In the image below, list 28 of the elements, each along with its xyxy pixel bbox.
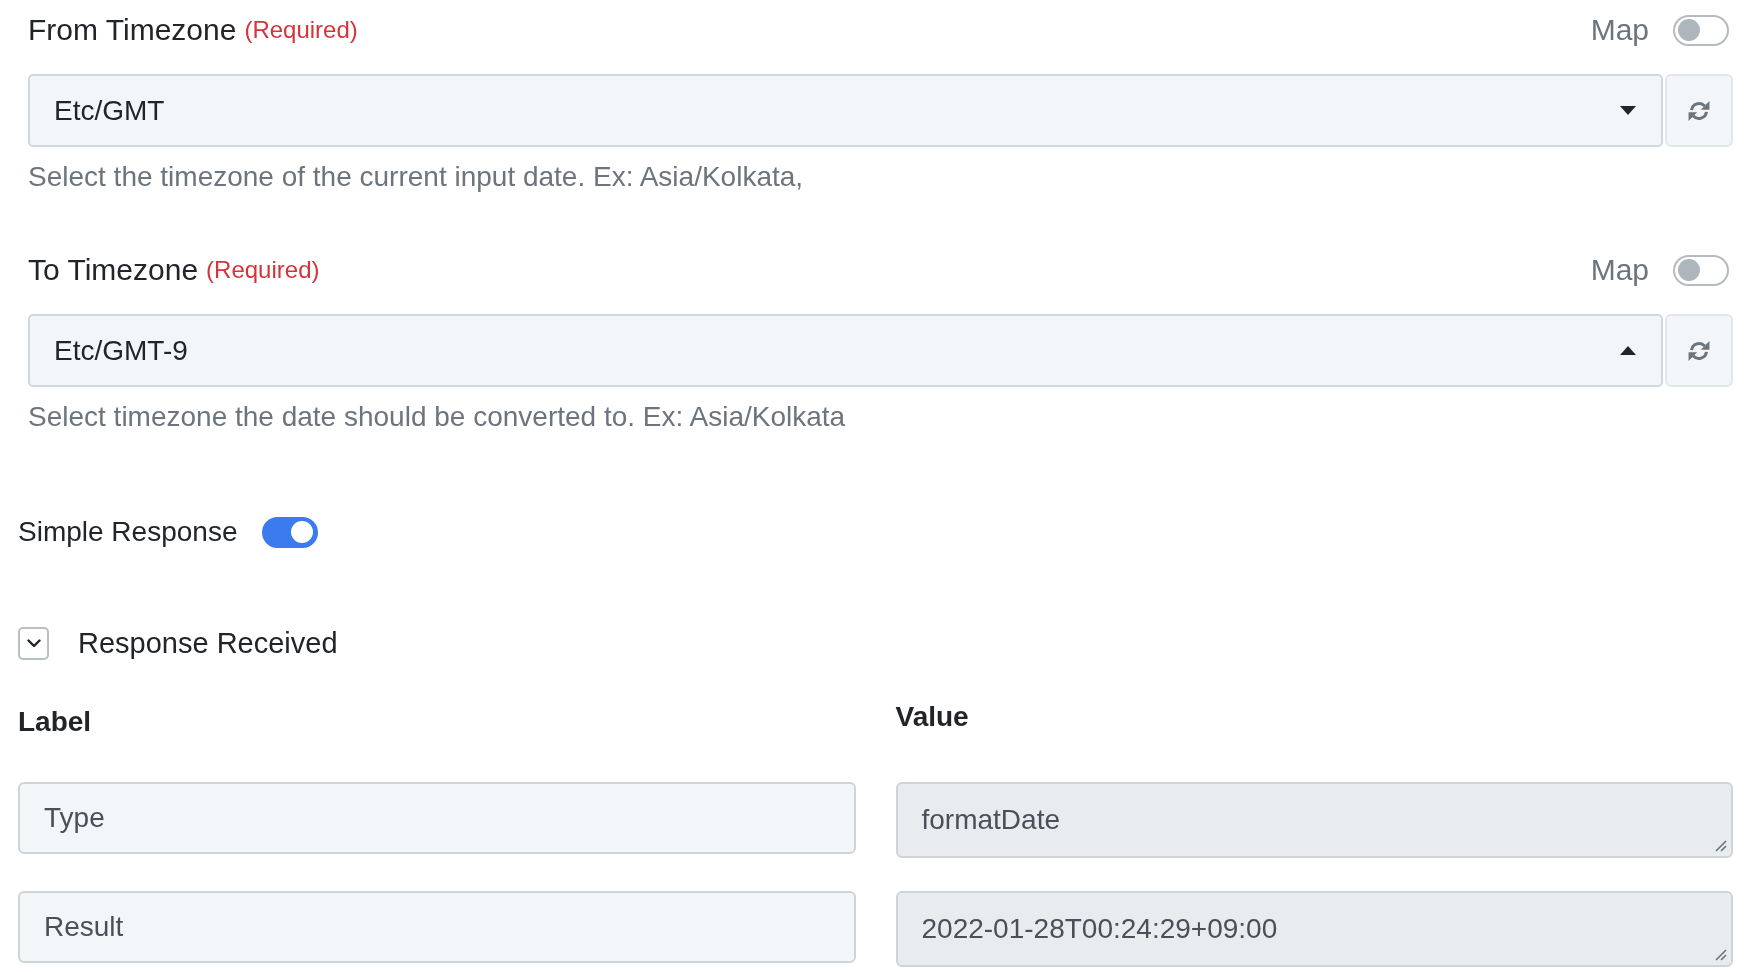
- resize-handle-icon[interactable]: [1715, 840, 1727, 852]
- timezone-dropdown[interactable]: Etc/GMT-9: [28, 314, 1663, 387]
- label-field[interactable]: Result: [18, 891, 856, 963]
- refresh-icon: [1688, 99, 1710, 122]
- map-toggle[interactable]: [1673, 14, 1729, 46]
- resize-handle-icon[interactable]: [1715, 949, 1727, 961]
- value-field[interactable]: formatDate: [895, 782, 1733, 858]
- simple-response-toggle[interactable]: [262, 516, 319, 548]
- field-label: From Timezone: [28, 13, 237, 47]
- help-text: Select the timezone of the current input date. Ex: Asia/Kolkata,: [28, 160, 805, 194]
- column-header: Value: [895, 700, 969, 734]
- refresh-button[interactable]: [1665, 74, 1733, 147]
- required-note: (Required): [206, 256, 320, 284]
- value-field[interactable]: 2022-01-28T00:24:29+09:00: [895, 891, 1733, 967]
- setting-label: Simple Response: [18, 516, 238, 548]
- help-text: Select timezone the date should be converted to. Ex: Asia/Kolkata: [28, 400, 847, 434]
- map-label: Map: [1590, 253, 1649, 287]
- map-label: Map: [1590, 13, 1649, 47]
- collapse-button[interactable]: [18, 626, 49, 660]
- refresh-icon: [1688, 339, 1710, 362]
- column-header: Label: [18, 705, 92, 739]
- field-label: To Timezone: [28, 253, 199, 287]
- required-note: (Required): [244, 16, 358, 44]
- timezone-dropdown[interactable]: Etc/GMT: [28, 74, 1663, 147]
- refresh-button[interactable]: [1665, 314, 1733, 387]
- section-title: Response Received: [78, 626, 338, 660]
- map-toggle[interactable]: [1673, 254, 1729, 286]
- label-field[interactable]: Type: [18, 782, 856, 854]
